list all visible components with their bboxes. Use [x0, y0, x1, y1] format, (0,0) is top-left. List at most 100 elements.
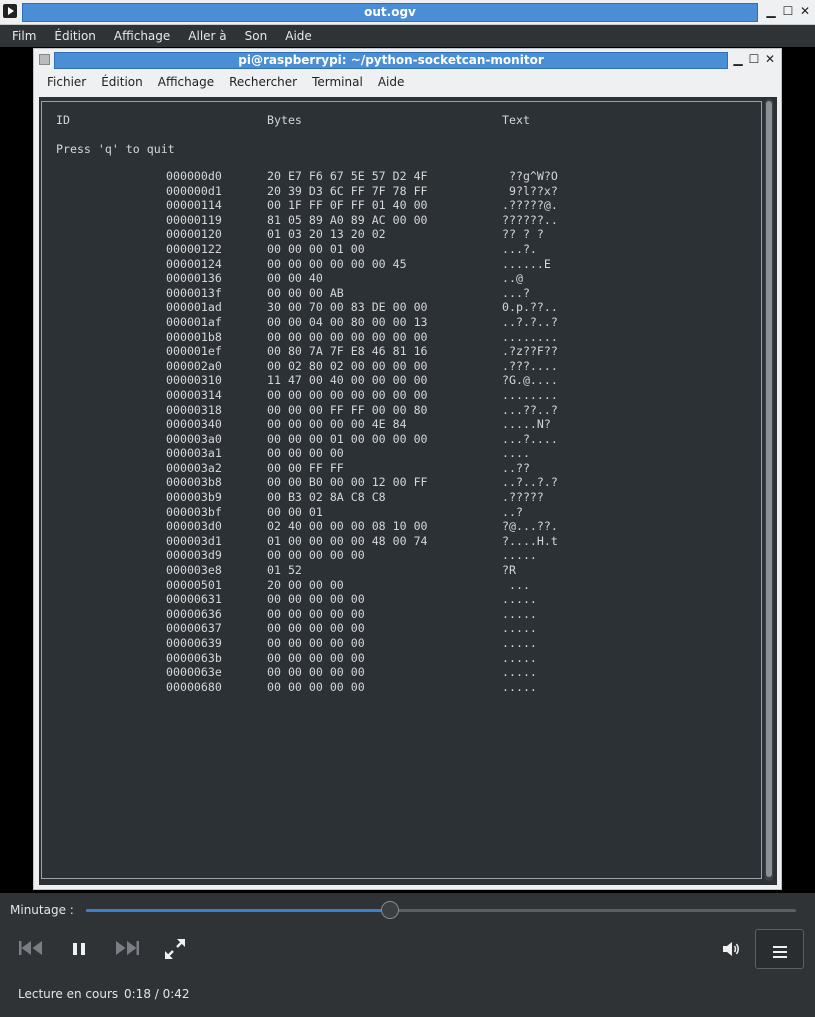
message-bytes: 00 00 00 00 00	[267, 548, 365, 563]
scrollbar-thumb[interactable]	[766, 101, 772, 877]
message-bytes: 01 00 00 00 00 48 00 74	[267, 533, 428, 548]
message-text: ??????..	[502, 212, 558, 227]
message-text: ...?.	[502, 241, 537, 256]
message-text: ........	[502, 387, 558, 402]
can-message-row: 00000136 00 00 40 ..@	[166, 271, 616, 286]
terminal-titlebar: pi@raspberrypi: ~/python-socketcan-monit…	[34, 49, 781, 71]
skip-back-icon[interactable]	[18, 939, 44, 961]
message-text: .....	[502, 548, 537, 563]
terminal-menu-item[interactable]: Terminal	[310, 75, 365, 89]
close-icon[interactable]: ✕	[798, 4, 812, 18]
message-text: ?@...??.	[502, 519, 558, 534]
message-bytes: 00 02 80 02 00 00 00 00	[267, 358, 428, 373]
message-text: .....	[502, 606, 537, 621]
message-bytes: 00 00 00 00 00 4E 84	[267, 417, 407, 432]
message-bytes: 00 00 00 00	[267, 446, 344, 461]
message-id: 000001b8	[166, 329, 222, 344]
terminal-icon	[39, 54, 50, 65]
message-bytes: 00 00 04 00 80 00 00 13	[267, 314, 428, 329]
player-controls: Minutage : Lecture en cours 0:18 / 0:42	[0, 893, 815, 1017]
message-text: .....	[502, 636, 537, 650]
message-id: 00000310	[166, 373, 222, 388]
can-message-row: 000003d9 00 00 00 00 00.....	[166, 548, 616, 563]
terminal-scrollbar[interactable]	[765, 99, 773, 881]
menu-item[interactable]: Son	[239, 29, 274, 43]
message-id: 000003bf	[166, 504, 222, 519]
terminal-menu-item[interactable]: Édition	[99, 75, 145, 89]
message-text: ..?	[502, 504, 523, 519]
message-id: 000003a0	[166, 431, 222, 446]
message-id: 00000639	[166, 636, 222, 650]
seek-slider[interactable]	[86, 901, 796, 919]
message-text: ?R	[502, 563, 516, 578]
terminal-menu-item[interactable]: Affichage	[156, 75, 216, 89]
message-text: .???....	[502, 358, 558, 373]
playback-time: 0:18 / 0:42	[124, 987, 190, 1001]
can-message-row: 000000d0 20 E7 F6 67 5E 57 D2 4F ??g^W?O	[166, 169, 616, 184]
can-message-row: 000003e8 01 52 ?R	[166, 563, 616, 578]
terminal-maximize-icon[interactable]: ☐	[747, 52, 761, 66]
message-bytes: 00 80 7A 7F E8 46 81 16	[267, 344, 428, 359]
can-message-row: 000003d0 02 40 00 00 00 08 10 00 ?@...??.	[166, 519, 616, 534]
can-message-row: 0000063b 00 00 00 00 00.....	[166, 651, 616, 666]
message-id: 00000340	[166, 417, 222, 432]
can-message-row: 000003b9 00 B3 02 8A C8 C8.?????	[166, 490, 616, 505]
can-message-row: 00000114 00 1F FF 0F FF 01 40 00 .?????@.	[166, 198, 616, 213]
terminal-close-icon[interactable]: ✕	[763, 52, 777, 66]
menu-item[interactable]: Aller à	[182, 29, 232, 43]
minimize-icon[interactable]: ▁	[764, 4, 778, 18]
can-message-row: 00000631 00 00 00 00 00.....	[166, 592, 616, 607]
message-bytes: 00 00 00 00 00	[267, 679, 365, 694]
message-bytes: 00 00 00 00 00	[267, 636, 365, 650]
can-message-row: 000000d1 20 39 D3 6C FF 7F 78 FF 9?l??x?	[166, 184, 616, 199]
message-id: 00000314	[166, 387, 222, 402]
message-bytes: 00 00 00 00 00	[267, 592, 365, 607]
menu-item[interactable]: Affichage	[108, 29, 176, 43]
menu-item[interactable]: Aide	[279, 29, 318, 43]
can-message-row: 00000636 00 00 00 00 00.....	[166, 607, 616, 622]
terminal-menu-item[interactable]: Rechercher	[227, 75, 299, 89]
message-id: 00000124	[166, 256, 222, 271]
menu-button[interactable]	[755, 929, 804, 969]
message-text: 0.p.??..	[502, 300, 558, 315]
message-id: 000003b9	[166, 490, 222, 505]
message-id: 000000d1	[166, 183, 222, 198]
menu-item[interactable]: Film	[6, 29, 42, 43]
message-bytes: 00 00 B0 00 00 12 00 FF	[267, 475, 428, 490]
seek-handle[interactable]	[381, 901, 400, 919]
can-message-row: 00000310 11 47 00 40 00 00 00 00 ?G.@....	[166, 373, 616, 388]
can-message-row: 000001ef 00 80 7A 7F E8 46 81 16 .?z??F??	[166, 344, 616, 359]
maximize-icon[interactable]: ☐	[781, 4, 795, 18]
pause-icon[interactable]	[70, 940, 88, 962]
terminal-screen[interactable]: ID Bytes Text Press 'q' to quit 000000d0…	[39, 97, 777, 885]
terminal-menu-item[interactable]: Fichier	[45, 75, 88, 89]
can-message-row: 00000318 00 00 00 FF FF 00 00 80...??..?	[166, 403, 616, 418]
window-titlebar: out.ogv ▁ ☐ ✕	[0, 0, 815, 25]
message-text: 9?l??x?	[502, 183, 558, 198]
message-text: ....	[502, 446, 530, 461]
volume-icon[interactable]	[722, 941, 742, 961]
can-message-row: 0000063e 00 00 00 00 00.....	[166, 665, 616, 680]
message-id: 000003a1	[166, 446, 222, 461]
header-text: Text	[502, 113, 530, 127]
message-bytes: 30 00 70 00 83 DE 00 00	[267, 300, 428, 315]
message-text: ...??..?	[502, 402, 558, 417]
message-text: ??g^W?O	[502, 169, 558, 183]
terminal-menu-item[interactable]: Aide	[376, 75, 407, 89]
message-id: 00000136	[166, 271, 222, 286]
fullscreen-icon[interactable]	[162, 936, 188, 966]
skip-forward-icon[interactable]	[114, 939, 140, 961]
can-message-row: 00000340 00 00 00 00 00 4E 84 .....N?	[166, 417, 616, 432]
menu-item[interactable]: Édition	[48, 29, 102, 43]
timing-label: Minutage :	[10, 903, 74, 917]
terminal-minimize-icon[interactable]: ▁	[731, 52, 745, 66]
message-bytes: 00 00 00 00 00	[267, 606, 365, 621]
can-message-row: 00000680 00 00 00 00 00.....	[166, 680, 616, 695]
message-text: .?z??F??	[502, 344, 558, 359]
message-text: ........	[502, 329, 558, 344]
can-message-row: 000003a0 00 00 00 01 00 00 00 00...?....	[166, 432, 616, 447]
message-id: 00000122	[166, 241, 222, 256]
terminal-menubar: Fichier Édition Affichage Rechercher Termina…	[34, 71, 781, 93]
message-id: 000000d0	[166, 169, 222, 183]
can-message-row: 000001b8 00 00 00 00 00 00 00 00........	[166, 330, 616, 345]
